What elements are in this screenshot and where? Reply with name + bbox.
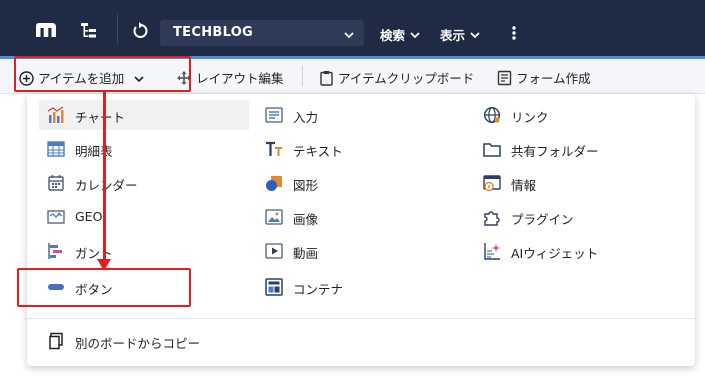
layout-edit-label: レイアウト編集	[196, 71, 284, 86]
menu-item-ai-widget[interactable]: AIウィジェット	[475, 236, 685, 266]
menu-item-info[interactable]: 情報	[475, 168, 685, 198]
menu-item-label: チャート	[75, 110, 125, 125]
tree-view-icon[interactable]	[80, 22, 98, 44]
menu-item-label: GEO	[75, 209, 103, 224]
calendar-icon	[48, 175, 64, 191]
folder-icon	[483, 143, 501, 157]
ai-widget-icon	[484, 243, 500, 260]
menu-item-label: 動画	[293, 246, 319, 261]
menu-item-label: 共有フォルダー	[511, 144, 599, 159]
chevron-down-icon	[344, 28, 354, 43]
menu-item-input[interactable]: 入力	[257, 100, 457, 130]
menu-item-label: コンテナ	[293, 282, 344, 297]
link-icon	[483, 106, 501, 124]
menu-item-gantt[interactable]: ガント	[39, 236, 249, 266]
form-create-button[interactable]: フォーム作成	[497, 68, 591, 87]
table-icon	[47, 141, 65, 157]
video-icon	[265, 243, 283, 259]
toolbar-divider	[117, 14, 118, 44]
add-item-menu: チャート 明細表 カレンダー GEO ガント ボタン 入力 テキスト 図形 画像…	[27, 94, 695, 366]
copy-from-board-label: 別のボードからコピー	[75, 336, 201, 351]
menu-item-table[interactable]: 明細表	[39, 134, 249, 164]
info-icon	[483, 175, 501, 192]
menu-item-image[interactable]: 画像	[257, 202, 457, 232]
container-icon	[265, 278, 283, 296]
menu-item-label: 画像	[293, 212, 319, 227]
menu-item-container[interactable]: コンテナ	[257, 272, 457, 302]
menu-item-link[interactable]: リンク	[475, 100, 685, 130]
map-icon	[47, 210, 65, 224]
button-item-highlight	[17, 268, 191, 307]
search-menu[interactable]: 検索	[380, 25, 420, 44]
menu-item-label: プラグイン	[511, 212, 574, 227]
chevron-down-icon	[470, 27, 480, 42]
menu-item-text[interactable]: テキスト	[257, 134, 457, 164]
undo-icon[interactable]	[131, 22, 149, 44]
menu-item-geo[interactable]: GEO	[39, 202, 249, 232]
image-icon	[265, 209, 283, 225]
menu-item-shape[interactable]: 図形	[257, 168, 457, 198]
menu-item-video[interactable]: 動画	[257, 236, 457, 266]
layout-edit-button[interactable]: レイアウト編集	[176, 68, 284, 87]
chevron-down-icon	[410, 27, 420, 42]
toolbar-separator	[302, 66, 303, 86]
view-menu-label: 表示	[440, 28, 466, 43]
item-clipboard-label: アイテムクリップボード	[338, 71, 475, 86]
menu-item-label: 情報	[511, 178, 537, 193]
more-options-icon[interactable]	[512, 25, 516, 44]
clipboard-icon	[320, 71, 333, 86]
add-item-highlight	[14, 56, 191, 92]
app-select-dropdown[interactable]: TECHBLOG	[160, 20, 364, 46]
menu-item-label: 図形	[293, 178, 319, 193]
chart-icon	[47, 106, 64, 123]
gantt-icon	[48, 243, 62, 259]
menu-item-label: 明細表	[75, 144, 113, 159]
search-menu-label: 検索	[380, 28, 406, 43]
menu-divider	[27, 318, 695, 319]
form-icon	[497, 70, 512, 86]
menu-item-label: カレンダー	[75, 178, 138, 193]
top-navigation-bar: TECHBLOG 検索 表示	[0, 0, 705, 56]
item-clipboard-button[interactable]: アイテムクリップボード	[319, 68, 474, 87]
annotation-arrow-line	[103, 92, 106, 262]
copy-from-board-item[interactable]: 別のボードからコピー	[39, 326, 299, 356]
shape-icon	[266, 176, 282, 191]
menu-item-label: リンク	[511, 110, 549, 125]
text-icon	[266, 141, 282, 156]
menu-item-label: 入力	[293, 110, 319, 125]
menu-item-shared-folder[interactable]: 共有フォルダー	[475, 134, 685, 164]
menu-item-label: テキスト	[293, 144, 343, 159]
menu-item-plugin[interactable]: プラグイン	[475, 202, 685, 232]
copy-icon	[49, 332, 63, 350]
app-select-value: TECHBLOG	[173, 25, 254, 40]
input-icon	[265, 107, 283, 123]
menu-item-chart[interactable]: チャート	[39, 100, 249, 130]
app-logo-icon[interactable]	[35, 22, 57, 42]
form-create-label: フォーム作成	[516, 71, 591, 86]
menu-item-label: AIウィジェット	[511, 246, 599, 261]
menu-item-calendar[interactable]: カレンダー	[39, 168, 249, 198]
plugin-icon	[484, 211, 500, 226]
view-menu[interactable]: 表示	[440, 25, 480, 44]
